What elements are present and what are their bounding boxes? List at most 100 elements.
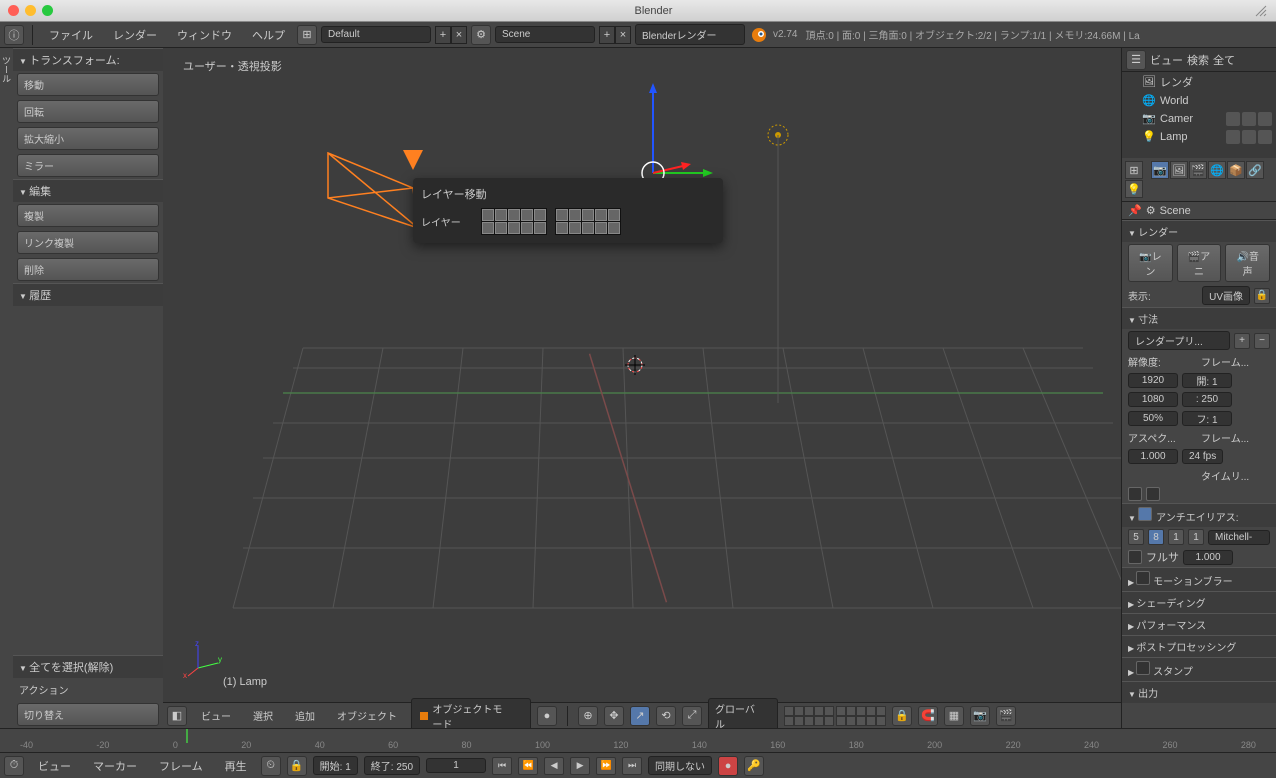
rotate-button[interactable]: 回転 [17,100,159,123]
translate-button[interactable]: 移動 [17,73,159,96]
lock-camera-icon[interactable]: 🔒 [892,706,912,726]
snap-icon[interactable]: 🧲 [918,706,938,726]
maximize-icon[interactable] [42,5,53,16]
preset-select[interactable]: レンダープリ... [1128,331,1230,350]
outliner-type-icon[interactable]: ☰ [1126,50,1146,70]
tl-marker[interactable]: マーカー [85,758,145,774]
play-reverse-icon[interactable]: ◀ [544,757,564,775]
manip-scale-icon[interactable]: ⤢ [682,706,702,726]
layout-select[interactable]: Default [321,26,431,43]
close-icon[interactable] [8,5,19,16]
aa-11[interactable]: 1 [1168,529,1184,545]
shading-header[interactable]: シェーディング [1122,591,1276,613]
engine-select[interactable]: Blenderレンダー [635,24,745,45]
tab-data-icon[interactable]: 💡 [1125,180,1143,198]
keying-set-icon[interactable]: 🔑 [744,756,764,776]
render-opengl-icon[interactable]: 📷 [970,706,990,726]
props-type-icon[interactable]: ⊞ [1125,161,1143,179]
frame-end-input[interactable] [1182,392,1232,407]
duplicate-button[interactable]: 複製 [17,204,159,227]
motion-header[interactable]: モーションブラー [1122,567,1276,591]
frame-start-input[interactable] [1182,373,1232,388]
anim-button[interactable]: 🎬アニ [1177,244,1222,282]
lamp-object[interactable] [763,123,803,423]
scene-icon[interactable]: ⚙ [471,25,491,45]
aa-8[interactable]: 8 [1148,529,1164,545]
tab-render-icon[interactable]: 📷 [1151,161,1169,179]
outliner-all[interactable]: 全て [1213,52,1235,68]
end-frame-field[interactable]: 終了: 250 [364,756,420,775]
jump-start-icon[interactable]: ⏮ [492,757,512,775]
render-button[interactable]: 📷レン [1128,244,1173,282]
render-header[interactable]: レンダー [1122,220,1276,242]
menu-window[interactable]: ウィンドウ [169,27,240,43]
preset-remove[interactable]: − [1254,333,1270,349]
crop-check[interactable] [1146,487,1160,501]
audio-button[interactable]: 🔊音声 [1225,244,1270,282]
display-select[interactable]: UV画像 [1202,286,1250,305]
scale-button[interactable]: 拡大縮小 [17,127,159,150]
res-x-input[interactable] [1128,373,1178,388]
fullsample-check[interactable] [1128,550,1142,564]
orientation-select[interactable]: グローバル [708,698,778,729]
outliner-view[interactable]: ビュー [1150,52,1183,68]
preview-range-icon[interactable]: ⏲ [261,756,281,776]
manip-translate-icon[interactable]: ↗ [630,706,650,726]
tl-frame[interactable]: フレーム [151,758,211,774]
tab-constraints-icon[interactable]: 🔗 [1246,161,1264,179]
outliner-search[interactable]: 検索 [1187,52,1209,68]
mode-select[interactable]: オブジェクトモード [411,698,531,729]
pin-icon[interactable]: 📌 [1128,204,1142,217]
scene-select[interactable]: Scene [495,26,595,43]
aa-5[interactable]: 5 [1128,529,1144,545]
aa-header[interactable]: アンチエイリアス: [1122,503,1276,527]
eye-icon[interactable] [1226,112,1240,126]
play-icon[interactable]: ▶ [570,757,590,775]
render-anim-icon[interactable]: 🎬 [996,706,1016,726]
frame-step-input[interactable] [1182,411,1232,426]
object-menu[interactable]: オブジェクト [329,708,405,723]
snap-type-icon[interactable]: ▦ [944,706,964,726]
next-key-icon[interactable]: ⏩ [596,757,616,775]
action-toggle[interactable]: 切り替え [17,703,159,726]
sync-select[interactable]: 同期しない [648,756,712,775]
stamp-header[interactable]: スタンプ [1122,657,1276,681]
layout-icon[interactable]: ⊞ [297,25,317,45]
timeline-type-icon[interactable]: ⏱ [4,756,24,776]
outliner-item-camera[interactable]: 📷Camer [1122,110,1276,128]
tab-object-icon[interactable]: 📦 [1227,161,1245,179]
fps-select[interactable]: 24 fps [1182,449,1223,464]
mirror-button[interactable]: ミラー [17,154,159,177]
start-frame-field[interactable]: 開始: 1 [313,756,358,775]
aa-16[interactable]: 1 [1188,529,1204,545]
res-pct-input[interactable] [1128,411,1178,426]
select-menu[interactable]: 選択 [245,708,281,723]
viewport-3d[interactable]: ユーザー・透視投影 [163,48,1121,728]
dimensions-header[interactable]: 寸法 [1122,307,1276,329]
tab-tools[interactable]: ツール [0,52,13,724]
outliner-item-render[interactable]: 🖼レンダ [1122,72,1276,92]
timeline-cursor[interactable] [186,729,188,743]
aspect-x-input[interactable] [1128,449,1178,464]
tl-play[interactable]: 再生 [217,758,255,774]
history-header[interactable]: 履歴 [13,283,163,306]
prev-key-icon[interactable]: ⏪ [518,757,538,775]
manipulator-icon[interactable]: ✥ [604,706,624,726]
scene-remove[interactable]: × [615,26,631,44]
manip-rotate-icon[interactable]: ⟲ [656,706,676,726]
preset-add[interactable]: + [1234,333,1250,349]
add-menu[interactable]: 追加 [287,708,323,723]
render-toggle-icon[interactable] [1258,112,1272,126]
timeline-ruler[interactable]: -40-200204060801001201401601802002202402… [0,728,1276,752]
layer-cell[interactable] [482,209,494,221]
delete-button[interactable]: 削除 [17,258,159,281]
aa-toggle[interactable] [1138,507,1152,521]
editor-type-icon[interactable]: ◧ [167,706,187,726]
pivot-icon[interactable]: ⊕ [578,706,598,726]
view-menu[interactable]: ビュー [193,708,239,723]
select-all-header[interactable]: 全てを選択(解除) [13,655,163,678]
menu-render[interactable]: レンダー [105,27,165,43]
lock-range-icon[interactable]: 🔒 [287,756,307,776]
menu-help[interactable]: ヘルプ [244,27,293,43]
filter-select[interactable]: Mitchell- [1208,530,1270,545]
